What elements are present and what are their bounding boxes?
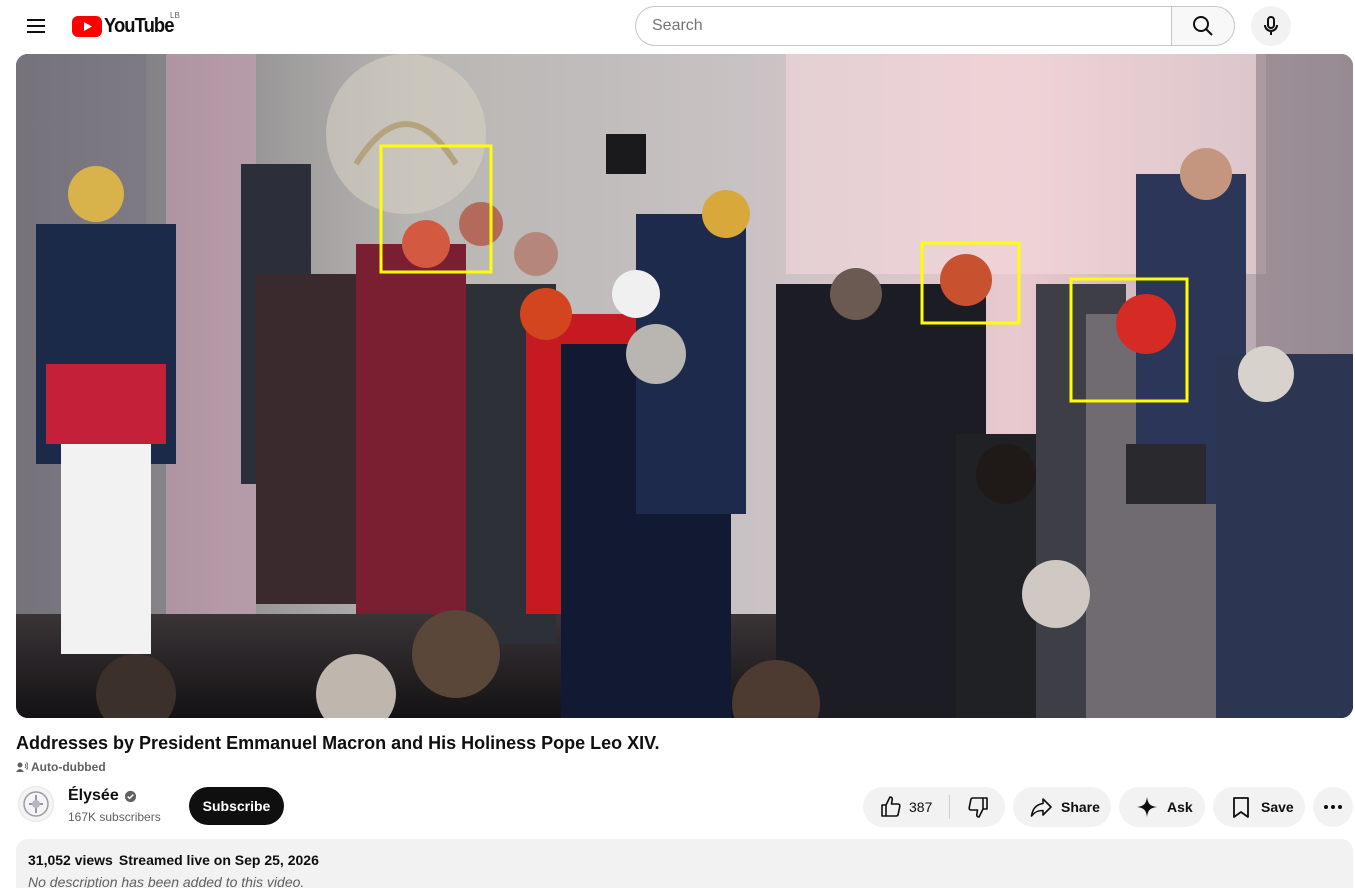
share-icon [1030, 798, 1052, 817]
auto-dubbed-icon [16, 762, 28, 772]
menu-icon [27, 19, 45, 33]
more-actions-button[interactable] [1313, 787, 1353, 827]
elysee-emblem-icon [23, 791, 49, 817]
voice-search-button[interactable] [1251, 6, 1291, 46]
description-meta: 31,052 views Streamed live on Sep 25, 202… [28, 852, 1341, 868]
menu-button[interactable] [16, 6, 56, 46]
video-frame [16, 54, 1353, 718]
video-title: Addresses by President Emmanuel Macron a… [16, 733, 660, 753]
share-button[interactable]: Share [1013, 787, 1111, 827]
video-player[interactable] [16, 54, 1353, 718]
subscribe-button[interactable]: Subscribe [189, 787, 284, 825]
subscriber-count: 167K subscribers [68, 810, 161, 824]
auto-dubbed-badge: Auto-dubbed [16, 760, 106, 774]
dislike-button[interactable] [950, 787, 1005, 827]
ask-label: Ask [1167, 799, 1193, 815]
bookmark-icon [1233, 797, 1249, 818]
logo-country-code: LB [170, 11, 180, 20]
like-dislike-group: 387 [863, 787, 1005, 827]
search-icon [1193, 16, 1213, 36]
save-button[interactable]: Save [1213, 787, 1305, 827]
like-count: 387 [909, 799, 933, 815]
thumbs-up-icon [881, 796, 901, 817]
view-count: 31,052 views [28, 852, 113, 868]
sparkle-icon [1137, 797, 1157, 817]
microphone-icon [1264, 16, 1278, 35]
like-button[interactable]: 387 [863, 787, 949, 827]
search-input[interactable] [652, 17, 1156, 35]
search-box [635, 6, 1172, 46]
youtube-logo[interactable]: YouTube LB [72, 11, 180, 38]
thumbs-down-icon [967, 797, 988, 818]
masthead: YouTube LB [0, 0, 1355, 54]
channel-avatar[interactable] [18, 786, 54, 822]
channel-name[interactable]: Élysée [68, 787, 137, 805]
verified-icon [124, 790, 137, 803]
ask-button[interactable]: Ask [1119, 787, 1205, 827]
search-button[interactable] [1171, 6, 1235, 46]
share-label: Share [1061, 799, 1100, 815]
channel-name-text: Élysée [68, 787, 119, 804]
description-box[interactable]: 31,052 views Streamed live on Sep 25, 202… [16, 839, 1353, 888]
stream-date: Streamed live on Sep 25, 2026 [118, 852, 319, 868]
youtube-logo-icon [72, 15, 102, 37]
logo-text: YouTube [104, 14, 174, 37]
auto-dubbed-label: Auto-dubbed [31, 760, 106, 774]
description-text: No description has been added to this vi… [28, 874, 305, 888]
save-label: Save [1261, 799, 1294, 815]
more-horizontal-icon [1324, 805, 1342, 809]
